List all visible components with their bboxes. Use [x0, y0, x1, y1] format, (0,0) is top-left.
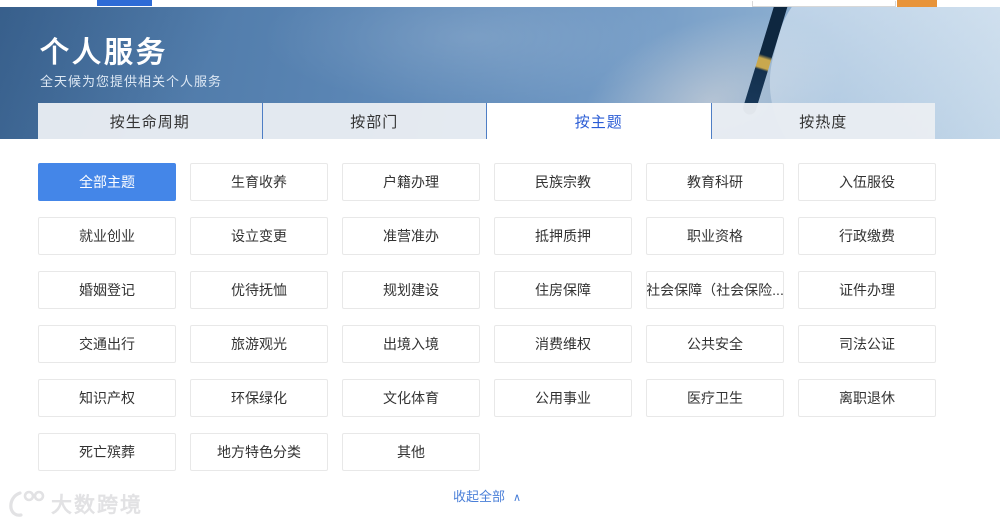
topic-culture-sports[interactable]: 文化体育 — [342, 379, 480, 417]
topic-social-security[interactable]: 社会保障（社会保险... — [646, 271, 784, 309]
topic-grid: 全部主题 生育收养 户籍办理 民族宗教 教育科研 入伍服役就业创业 设立变更 准营准办 抵押质押… — [38, 163, 936, 471]
topic-intellectual-property[interactable]: 知识产权 — [38, 379, 176, 417]
tab-by-department[interactable]: 按部门 — [261, 103, 486, 139]
topic-public-utilities[interactable]: 公用事业 — [494, 379, 632, 417]
topic-military-service[interactable]: 入伍服役 — [798, 163, 936, 201]
watermark-text: 大数跨境 — [51, 494, 143, 517]
topic-environmental-protection[interactable]: 环保绿化 — [190, 379, 328, 417]
chevron-up-icon: ∧ — [512, 492, 522, 504]
topic-consumer-rights[interactable]: 消费维权 — [494, 325, 632, 363]
topic-transportation[interactable]: 交通出行 — [38, 325, 176, 363]
topic-public-safety[interactable]: 公共安全 — [646, 325, 784, 363]
topic-establishment-change[interactable]: 设立变更 — [190, 217, 328, 255]
topic-tourism[interactable]: 旅游观光 — [190, 325, 328, 363]
page-title: 个人服务 — [40, 37, 169, 69]
topic-medical-health[interactable]: 医疗卫生 — [646, 379, 784, 417]
topic-planning-construction[interactable]: 规划建设 — [342, 271, 480, 309]
top-navigation-strip — [0, 0, 1000, 7]
watermark-swirl-icon — [9, 490, 45, 517]
topic-other[interactable]: 其他 — [342, 433, 480, 471]
topic-resignation-retirement[interactable]: 离职退休 — [798, 379, 936, 417]
tab-by-lifecycle[interactable]: 按生命周期 — [38, 103, 262, 139]
page: 个人服务 全天候为您提供相关个人服务 按生命周期 按部门 按主题 按热度 全部主题 生育… — [0, 0, 1000, 524]
tab-by-theme[interactable]: 按主题 — [486, 103, 711, 139]
page-subtitle: 全天候为您提供相关个人服务 — [40, 74, 223, 89]
topic-professional-qualification[interactable]: 职业资格 — [646, 217, 784, 255]
topic-housing-security[interactable]: 住房保障 — [494, 271, 632, 309]
search-button[interactable] — [897, 0, 937, 7]
topic-judicial-notary[interactable]: 司法公证 — [798, 325, 936, 363]
tab-by-popularity[interactable]: 按热度 — [710, 103, 935, 139]
topic-administrative-fees[interactable]: 行政缴费 — [798, 217, 936, 255]
topic-mortgage-pledge[interactable]: 抵押质押 — [494, 217, 632, 255]
topic-all-topics[interactable]: 全部主题 — [38, 163, 176, 201]
content-panel: 全部主题 生育收养 户籍办理 民族宗教 教育科研 入伍服役就业创业 设立变更 准营准办 抵押质押… — [0, 139, 1000, 524]
tab-bar: 按生命周期 按部门 按主题 按热度 — [38, 103, 935, 139]
topic-marriage-registration[interactable]: 婚姻登记 — [38, 271, 176, 309]
topic-business-licensing[interactable]: 准营准办 — [342, 217, 480, 255]
watermark-logo: 大数跨境 — [6, 489, 143, 519]
topic-ethnic-religion[interactable]: 民族宗教 — [494, 163, 632, 201]
nav-active-underline — [97, 0, 152, 6]
topic-certificate-services[interactable]: 证件办理 — [798, 271, 936, 309]
topic-employment-startup[interactable]: 就业创业 — [38, 217, 176, 255]
topic-death-funeral[interactable]: 死亡殡葬 — [38, 433, 176, 471]
topic-education-research[interactable]: 教育科研 — [646, 163, 784, 201]
topic-entry-exit[interactable]: 出境入境 — [342, 325, 480, 363]
topic-birth-adoption[interactable]: 生育收养 — [190, 163, 328, 201]
topic-household-registration[interactable]: 户籍办理 — [342, 163, 480, 201]
topic-preferential-support[interactable]: 优待抚恤 — [190, 271, 328, 309]
collapse-all-link[interactable]: 收起全部 ∧ — [38, 486, 936, 505]
topic-local-special-category[interactable]: 地方特色分类 — [190, 433, 328, 471]
collapse-all-label: 收起全部 — [452, 489, 505, 504]
